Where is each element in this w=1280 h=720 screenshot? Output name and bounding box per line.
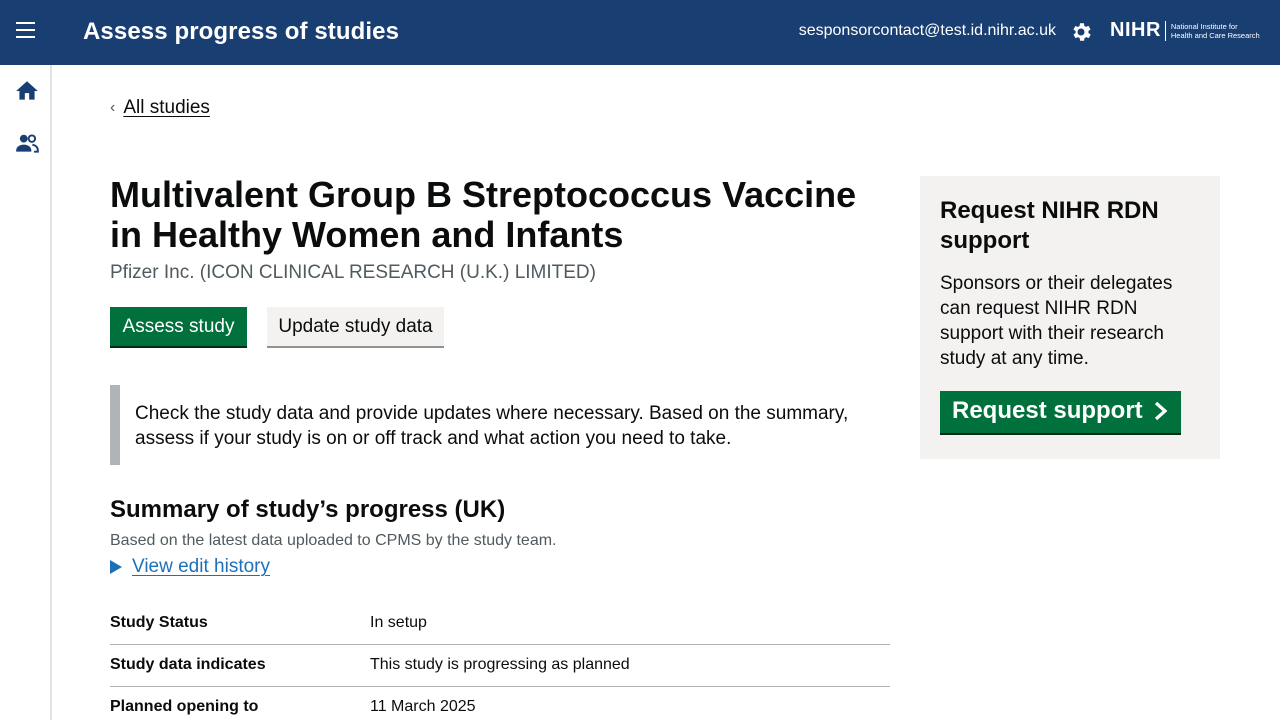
menu-icon[interactable] bbox=[16, 22, 38, 44]
inset-text: Check the study data and provide updates… bbox=[110, 385, 880, 465]
back-link-all-studies[interactable]: All studies bbox=[123, 97, 210, 119]
summary-row: Study data indicates This study is progr… bbox=[110, 645, 890, 687]
summary-row: Planned opening to 11 March 2025 bbox=[110, 687, 890, 720]
update-study-data-button[interactable]: Update study data bbox=[267, 307, 444, 348]
logo-text-line2: Health and Care Research bbox=[1170, 30, 1260, 40]
logo-text: National Institute for Health and Care R… bbox=[1171, 22, 1260, 40]
request-support-label: Request support bbox=[952, 397, 1143, 424]
user-email: sesponsorcontact@test.id.nihr.ac.uk bbox=[798, 22, 1056, 39]
logo-mark: NIHR bbox=[1110, 19, 1161, 41]
summary-subtext: Based on the latest data uploaded to CPM… bbox=[110, 532, 557, 549]
sidebar bbox=[0, 65, 52, 720]
summary-list: Study Status In setup Study data indicat… bbox=[110, 603, 890, 720]
request-support-button[interactable]: Request support bbox=[940, 391, 1181, 435]
nihr-logo[interactable]: NIHR National Institute for Health and C… bbox=[1110, 19, 1260, 42]
back-link-container: ‹ All studies bbox=[110, 97, 210, 119]
summary-key: Planned opening to bbox=[110, 698, 259, 715]
request-support-heading: Request NIHR RDN support bbox=[940, 197, 1159, 254]
app-title: Assess progress of studies bbox=[83, 18, 400, 45]
summary-value: This study is progressing as planned bbox=[370, 656, 630, 673]
summary-value: 11 March 2025 bbox=[370, 698, 476, 715]
assess-study-button[interactable]: Assess study bbox=[110, 307, 247, 348]
chevron-right-icon bbox=[1154, 401, 1168, 421]
summary-key: Study Status bbox=[110, 614, 208, 631]
edit-history-details[interactable]: View edit history bbox=[110, 556, 270, 578]
triangle-right-icon bbox=[110, 560, 122, 574]
request-support-body: Sponsors or their delegates can request … bbox=[940, 273, 1173, 369]
study-title: Multivalent Group B Streptococcus Vaccin… bbox=[110, 174, 857, 255]
request-support-panel: Request NIHR RDN support Sponsors or the… bbox=[920, 176, 1220, 459]
summary-value: In setup bbox=[370, 614, 427, 631]
summary-heading: Summary of study’s progress (UK) bbox=[110, 496, 506, 523]
chevron-left-icon: ‹ bbox=[110, 99, 116, 116]
summary-row: Study Status In setup bbox=[110, 603, 890, 645]
logo-text-line1: National Institute for bbox=[1170, 21, 1238, 31]
logo-divider bbox=[1164, 20, 1166, 41]
people-icon[interactable] bbox=[14, 130, 40, 156]
home-icon[interactable] bbox=[14, 78, 40, 104]
header: Assess progress of studies sesponsorcont… bbox=[0, 0, 1280, 65]
study-sponsor: Pfizer Inc. (ICON CLINICAL RESEARCH (U.K… bbox=[110, 262, 596, 283]
summary-key: Study data indicates bbox=[110, 656, 266, 673]
view-edit-history-link[interactable]: View edit history bbox=[132, 556, 270, 578]
gear-icon[interactable] bbox=[1069, 20, 1093, 44]
